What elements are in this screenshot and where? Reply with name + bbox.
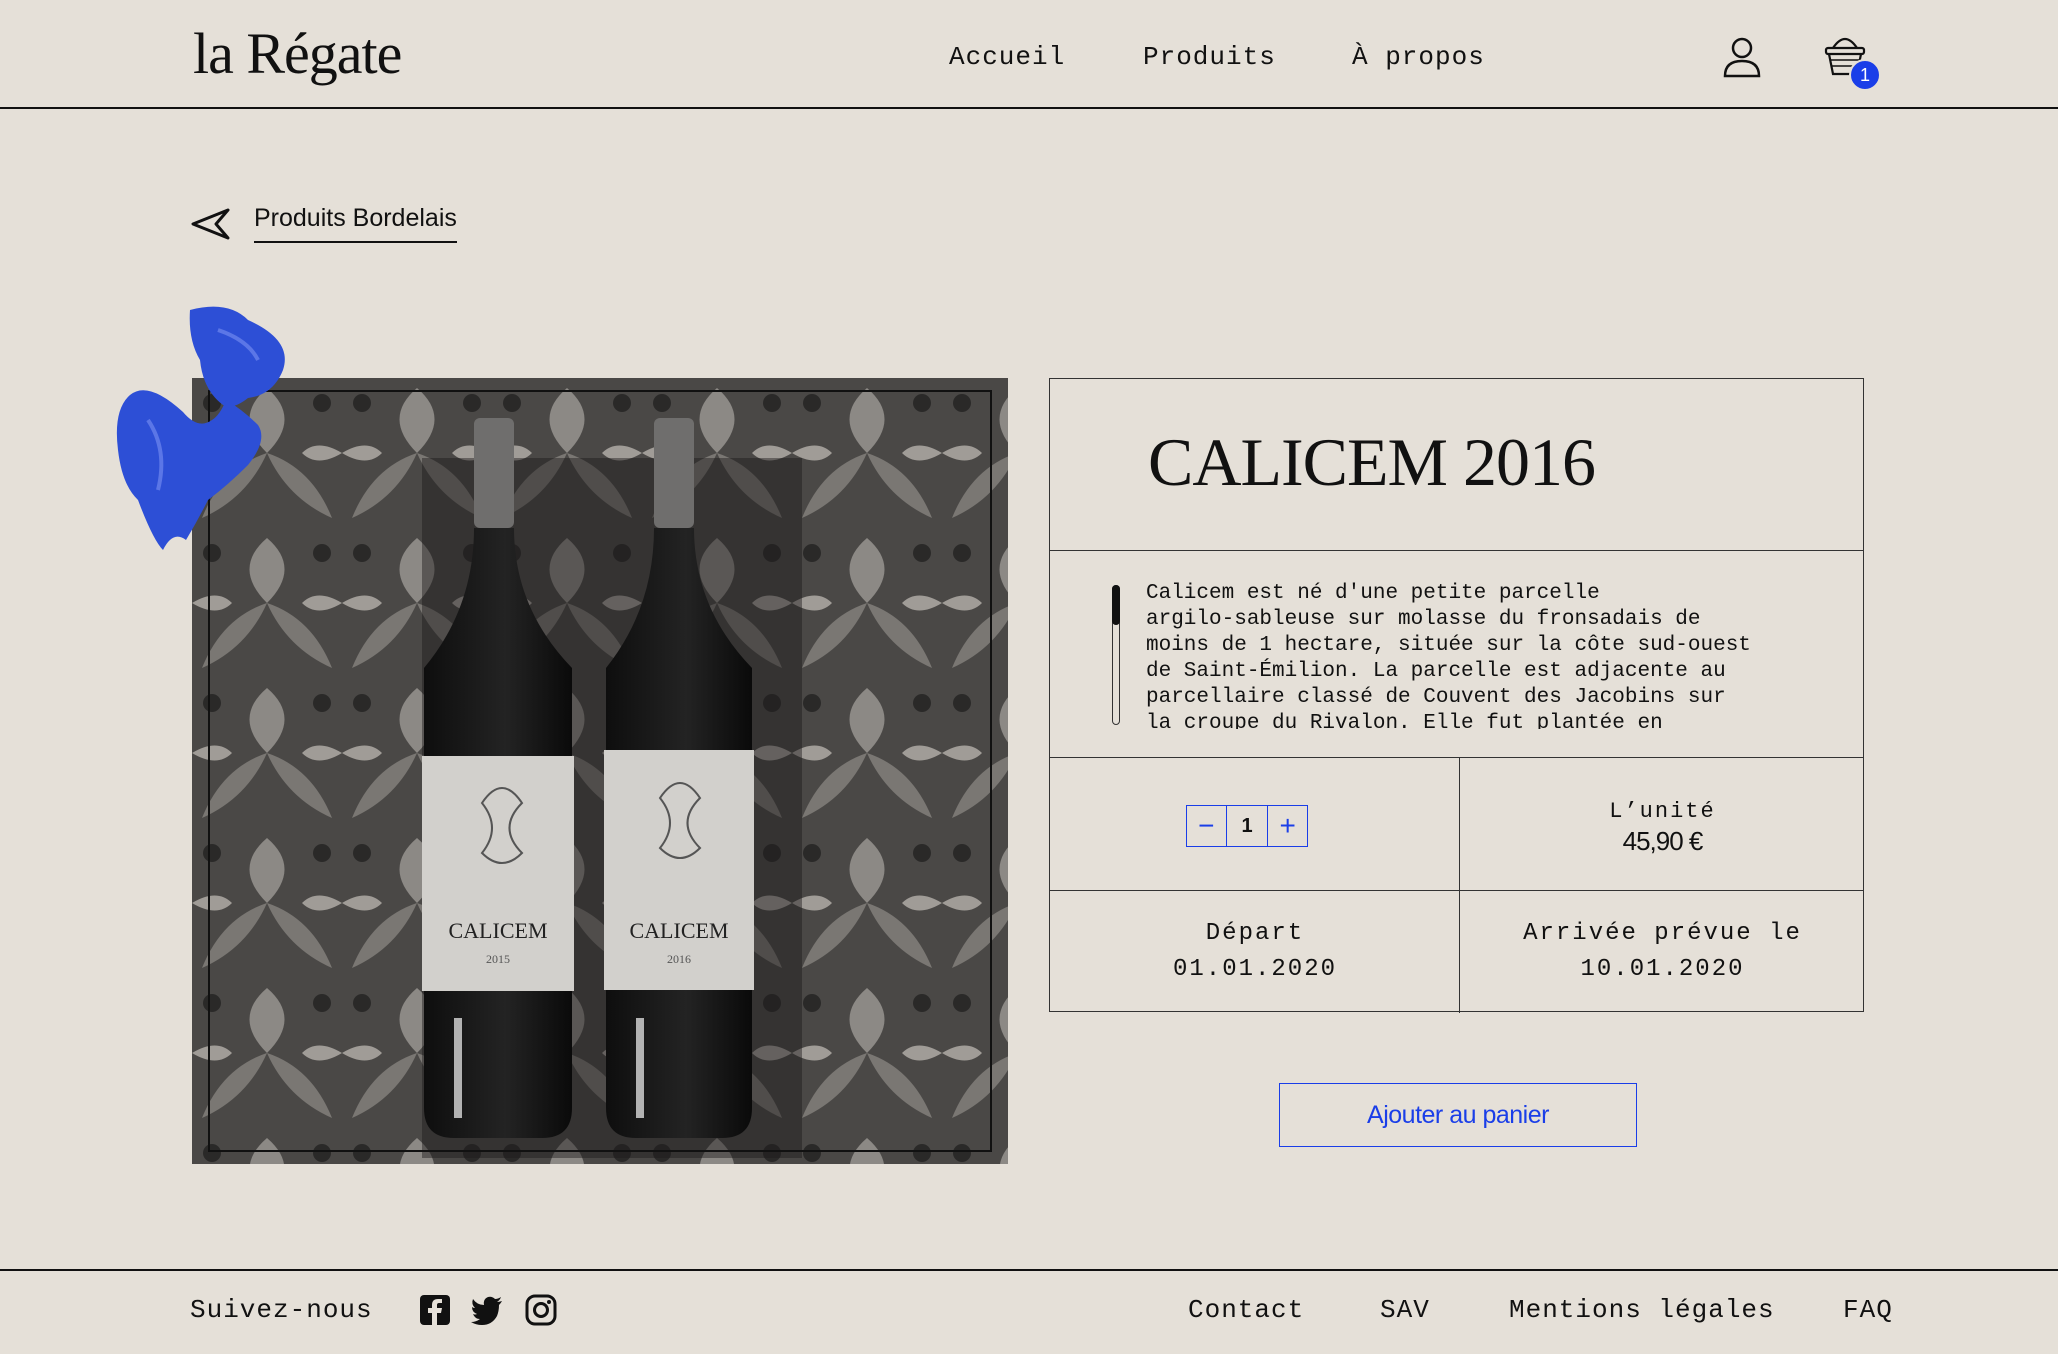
nav-a-propos[interactable]: À propos bbox=[1352, 42, 1485, 72]
description-scroll-thumb[interactable] bbox=[1112, 585, 1120, 625]
logo[interactable]: la Régate bbox=[193, 18, 402, 90]
photo-frame bbox=[208, 390, 992, 1152]
site-header: la Régate Accueil Produits À propos 1 bbox=[0, 0, 2058, 109]
qty-decrement-button[interactable]: − bbox=[1187, 806, 1226, 846]
divider bbox=[1050, 550, 1863, 551]
arrival-date: 10.01.2020 bbox=[1580, 956, 1745, 983]
footer-link-mentions-legales[interactable]: Mentions légales bbox=[1509, 1295, 1775, 1325]
product-title: CALICEM 2016 bbox=[1148, 424, 1596, 500]
paint-splash-decoration bbox=[116, 306, 285, 550]
divider bbox=[1050, 890, 1863, 891]
product-info-panel: CALICEM 2016 Calicem est né d'une petite… bbox=[1049, 378, 1864, 1013]
footer-link-sav[interactable]: SAV bbox=[1380, 1295, 1430, 1325]
quantity-value[interactable]: 1 bbox=[1225, 806, 1269, 846]
breadcrumb-link[interactable]: Produits Bordelais bbox=[254, 204, 457, 243]
product-description: Calicem est né d'une petite parcelle arg… bbox=[1146, 582, 1751, 729]
twitter-icon[interactable] bbox=[470, 1293, 504, 1327]
divider bbox=[1050, 757, 1863, 758]
unit-label: L’unité bbox=[1609, 799, 1716, 824]
qty-increment-button[interactable]: + bbox=[1268, 806, 1307, 846]
unit-price: 45,90 € bbox=[1622, 826, 1704, 856]
add-to-cart-button[interactable]: Ajouter au panier bbox=[1279, 1083, 1637, 1147]
site-footer: Suivez-nous Contact SAV Mentions légales… bbox=[0, 1269, 2058, 1354]
cart-count-badge: 1 bbox=[1849, 59, 1881, 91]
follow-us-label: Suivez-nous bbox=[190, 1295, 373, 1325]
nav-produits[interactable]: Produits bbox=[1143, 42, 1276, 72]
departure-date: 01.01.2020 bbox=[1172, 956, 1338, 983]
departure-label: Départ bbox=[1205, 920, 1305, 947]
footer-link-faq[interactable]: FAQ bbox=[1843, 1295, 1893, 1325]
footer-link-contact[interactable]: Contact bbox=[1188, 1295, 1304, 1325]
instagram-icon[interactable] bbox=[524, 1293, 558, 1327]
quantity-stepper: − 1 + bbox=[1186, 805, 1308, 847]
product-photo: CALICEM 2015 CALICEM 2016 bbox=[192, 378, 1008, 1164]
arrival-label: Arrivée prévue le bbox=[1523, 920, 1802, 947]
nav-accueil[interactable]: Accueil bbox=[949, 42, 1065, 72]
user-icon[interactable] bbox=[1722, 36, 1762, 78]
back-arrow-icon[interactable] bbox=[190, 206, 230, 242]
facebook-icon[interactable] bbox=[418, 1293, 452, 1327]
